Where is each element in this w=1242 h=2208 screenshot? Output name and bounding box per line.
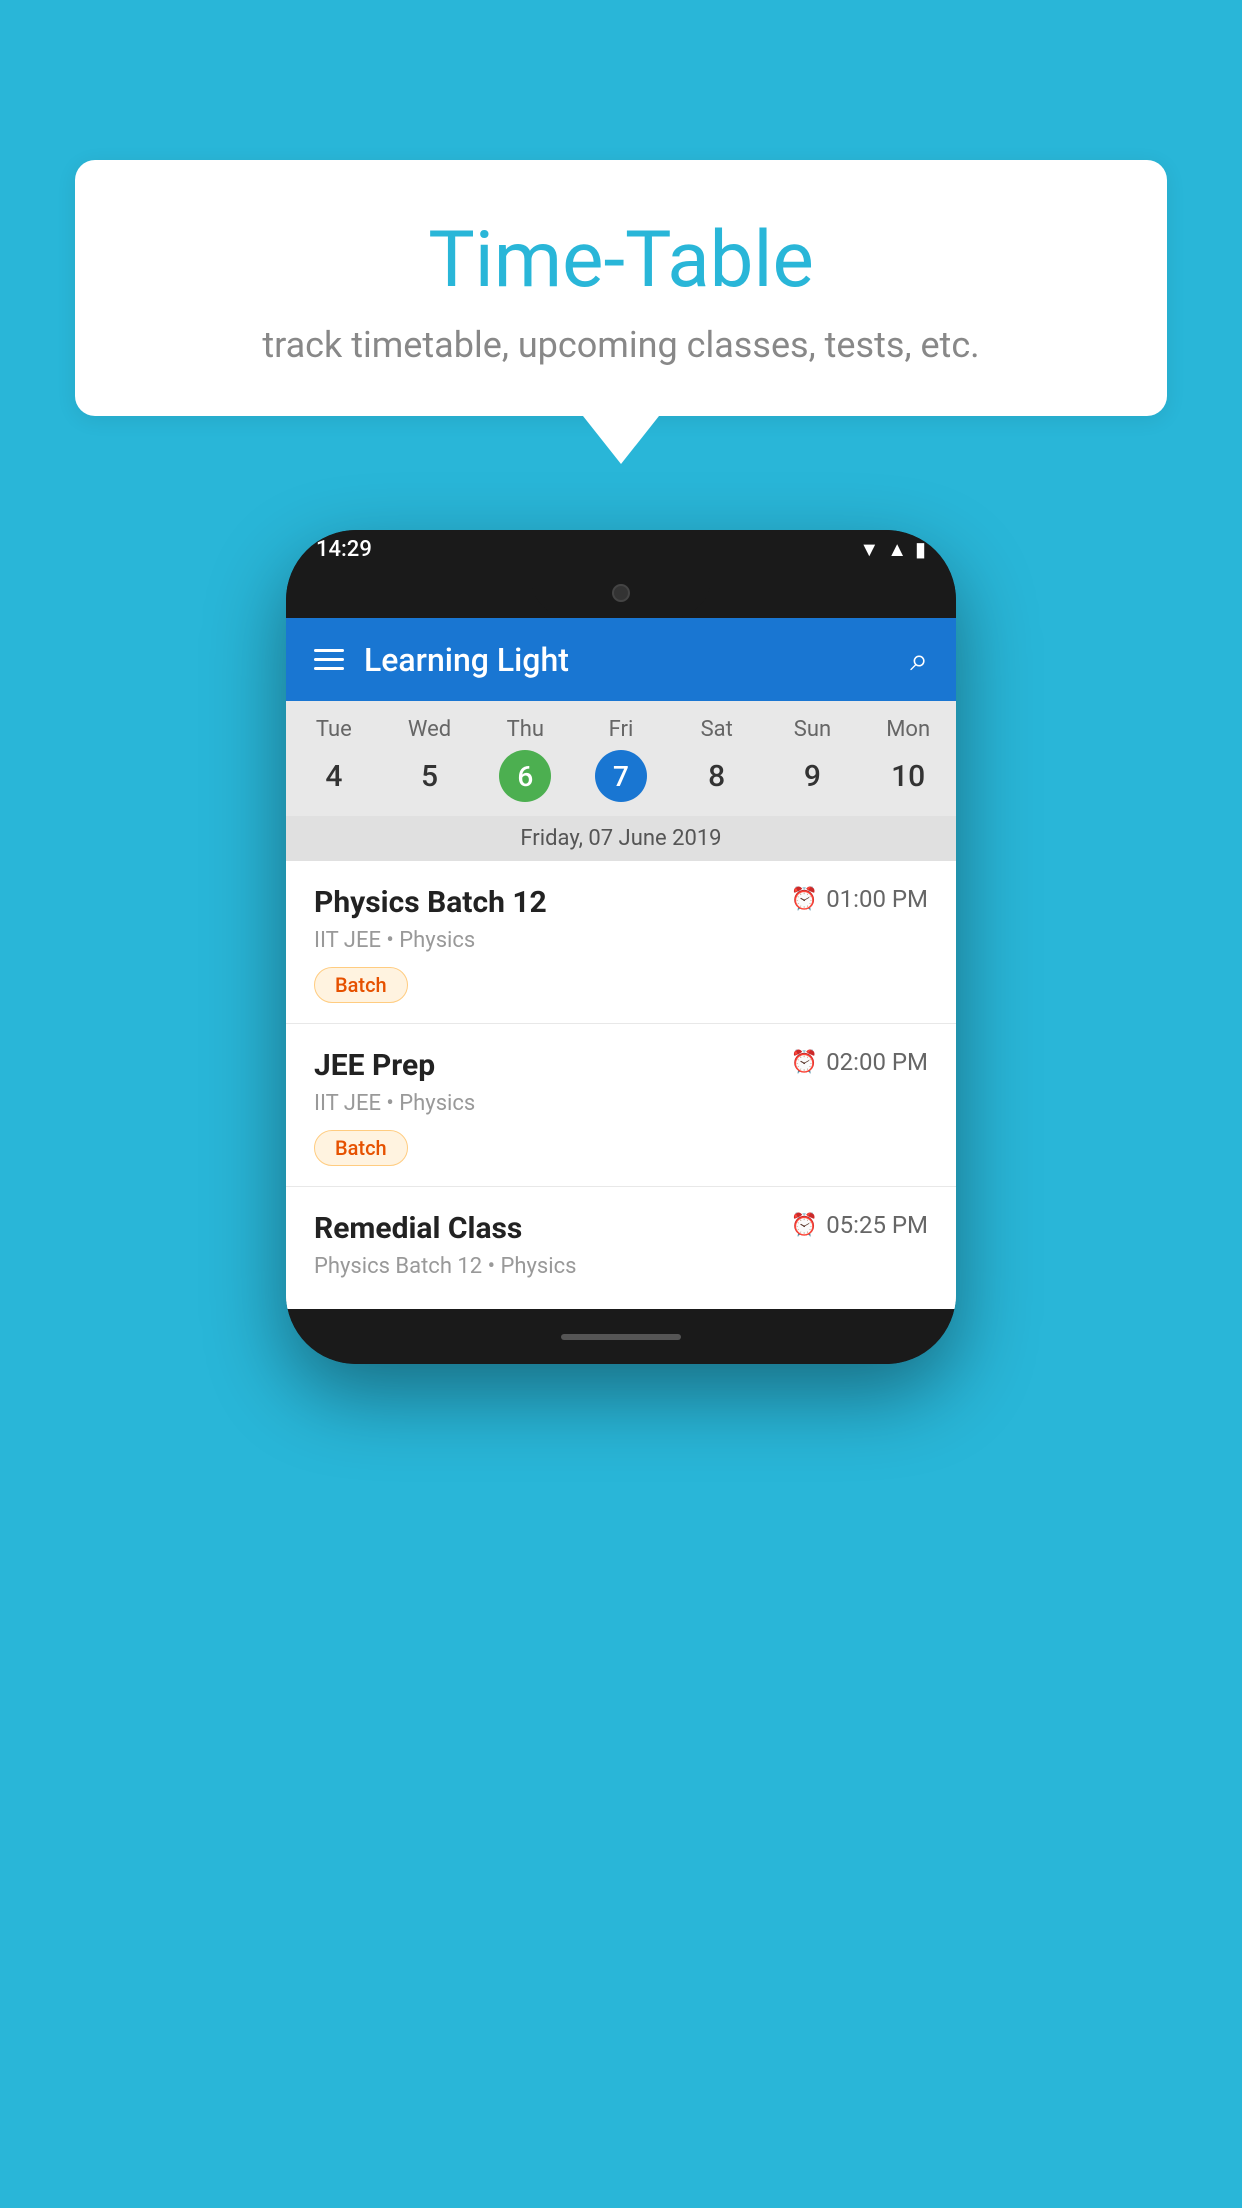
- day-label-thu: Thu: [477, 717, 573, 742]
- day-label-sun: Sun: [765, 717, 861, 742]
- clock-icon-1: ⏰: [791, 887, 818, 912]
- hamburger-line-2: [314, 658, 344, 661]
- day-label-sat: Sat: [669, 717, 765, 742]
- class-meta-2: IIT JEE • Physics: [314, 1091, 928, 1116]
- hamburger-line-3: [314, 667, 344, 670]
- app-header: Learning Light ⌕: [286, 618, 956, 701]
- class-item-2-header: JEE Prep ⏰ 02:00 PM: [314, 1048, 928, 1083]
- batch-tag-2[interactable]: Batch: [314, 1130, 408, 1166]
- notch: [531, 568, 711, 618]
- speech-bubble: Time-Table track timetable, upcoming cla…: [75, 160, 1167, 416]
- phone-container: 14:29 ▼ ▲ ▮: [286, 530, 956, 1364]
- selected-date-label: Friday, 07 June 2019: [286, 816, 956, 861]
- class-time-3: ⏰ 05:25 PM: [791, 1211, 928, 1239]
- day-label-tue: Tue: [286, 717, 382, 742]
- bubble-subtitle: track timetable, upcoming classes, tests…: [135, 324, 1107, 366]
- status-time: 14:29: [316, 537, 372, 562]
- day-numbers[interactable]: 4 5 6 7 8 9 10: [286, 750, 956, 816]
- wifi-icon: ▼: [859, 537, 879, 562]
- day-headers: Tue Wed Thu Fri Sat Sun Mon: [286, 717, 956, 742]
- time-value-2: 02:00 PM: [826, 1048, 928, 1076]
- signal-icon: ▲: [887, 537, 907, 562]
- battery-icon: ▮: [915, 537, 926, 561]
- class-name-1: Physics Batch 12: [314, 885, 547, 920]
- home-indicator: [561, 1334, 681, 1340]
- phone-frame: 14:29 ▼ ▲ ▮: [286, 530, 956, 1364]
- batch-tag-1[interactable]: Batch: [314, 967, 408, 1003]
- menu-button[interactable]: [314, 649, 344, 670]
- class-list: Physics Batch 12 ⏰ 01:00 PM IIT JEE • Ph…: [286, 861, 956, 1309]
- day-4[interactable]: 4: [286, 750, 382, 802]
- bubble-title: Time-Table: [135, 215, 1107, 306]
- day-7-selected[interactable]: 7: [595, 750, 647, 802]
- day-8[interactable]: 8: [669, 750, 765, 802]
- class-item-2[interactable]: JEE Prep ⏰ 02:00 PM IIT JEE • Physics Ba…: [286, 1024, 956, 1187]
- speech-bubble-container: Time-Table track timetable, upcoming cla…: [75, 160, 1167, 464]
- day-label-wed: Wed: [382, 717, 478, 742]
- search-icon[interactable]: ⌕: [910, 640, 928, 679]
- header-left: Learning Light: [314, 641, 569, 679]
- class-time-1: ⏰ 01:00 PM: [791, 885, 928, 913]
- bubble-arrow: [583, 416, 659, 464]
- class-item-3-header: Remedial Class ⏰ 05:25 PM: [314, 1211, 928, 1246]
- day-6-today[interactable]: 6: [499, 750, 551, 802]
- class-item-1[interactable]: Physics Batch 12 ⏰ 01:00 PM IIT JEE • Ph…: [286, 861, 956, 1024]
- time-value-1: 01:00 PM: [826, 885, 928, 913]
- notch-area: [286, 568, 956, 618]
- time-value-3: 05:25 PM: [826, 1211, 928, 1239]
- class-meta-3: Physics Batch 12 • Physics: [314, 1254, 928, 1279]
- class-time-2: ⏰ 02:00 PM: [791, 1048, 928, 1076]
- hamburger-line-1: [314, 649, 344, 652]
- day-10[interactable]: 10: [860, 750, 956, 802]
- class-name-2: JEE Prep: [314, 1048, 435, 1083]
- status-icons: ▼ ▲ ▮: [859, 537, 926, 562]
- app-title: Learning Light: [364, 641, 569, 679]
- class-name-3: Remedial Class: [314, 1211, 522, 1246]
- class-item-3[interactable]: Remedial Class ⏰ 05:25 PM Physics Batch …: [286, 1187, 956, 1309]
- day-label-fri: Fri: [573, 717, 669, 742]
- bottom-bezel: [286, 1309, 956, 1364]
- class-item-1-header: Physics Batch 12 ⏰ 01:00 PM: [314, 885, 928, 920]
- calendar-strip[interactable]: Tue Wed Thu Fri Sat Sun Mon 4 5 6 7 8 9 …: [286, 701, 956, 861]
- day-5[interactable]: 5: [382, 750, 478, 802]
- front-camera: [612, 584, 630, 602]
- class-meta-1: IIT JEE • Physics: [314, 928, 928, 953]
- clock-icon-2: ⏰: [791, 1050, 818, 1075]
- day-label-mon: Mon: [860, 717, 956, 742]
- clock-icon-3: ⏰: [791, 1213, 818, 1238]
- status-bar: 14:29 ▼ ▲ ▮: [286, 530, 956, 568]
- day-9[interactable]: 9: [765, 750, 861, 802]
- phone-screen: Learning Light ⌕ Tue Wed Thu Fri Sat Sun…: [286, 618, 956, 1309]
